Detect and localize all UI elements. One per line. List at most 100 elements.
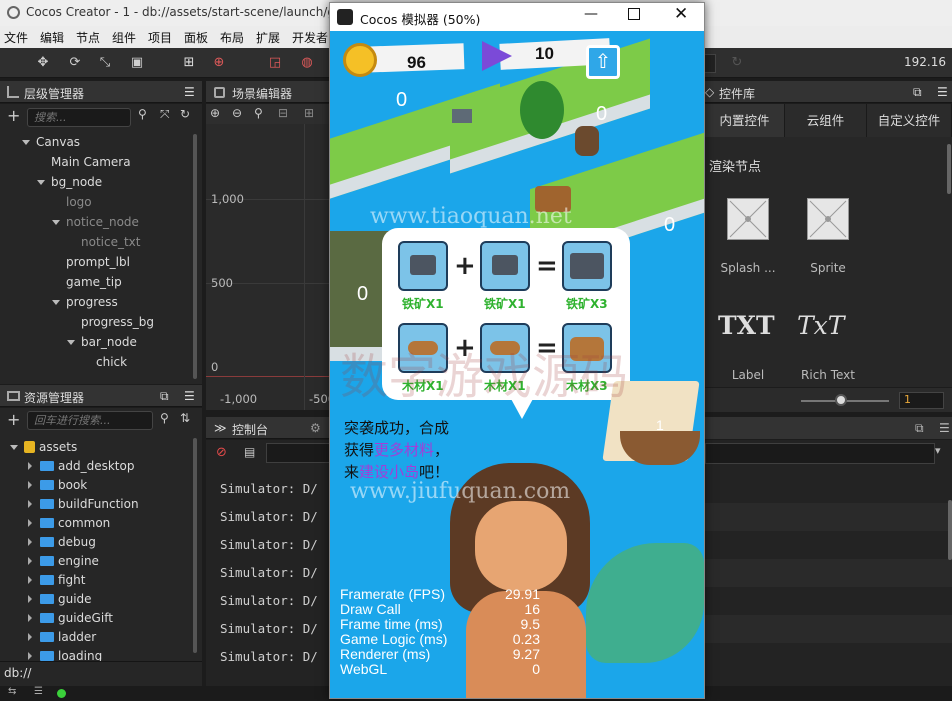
menu-layout[interactable]: 布局 <box>220 29 244 46</box>
add-node-icon[interactable]: + <box>7 106 20 125</box>
rotate-tool-icon[interactable]: ⟳ <box>62 53 88 73</box>
maximize-icon[interactable] <box>628 8 640 20</box>
expand-icon[interactable] <box>28 462 32 470</box>
expand-icon[interactable] <box>28 538 32 546</box>
hierarchy-node[interactable]: Main Camera <box>37 155 131 169</box>
clear-console-icon[interactable]: ⊘ <box>216 445 227 460</box>
asset-folder[interactable]: guide <box>28 592 92 606</box>
sprite-widget-icon[interactable] <box>807 198 849 240</box>
browser-icon[interactable]: ◍ <box>294 53 320 73</box>
widgets-menu-icon[interactable]: ☰ <box>937 85 948 99</box>
asset-folder[interactable]: guideGift <box>28 611 113 625</box>
hierarchy-node[interactable]: game_tip <box>52 275 122 289</box>
menu-edit[interactable]: 编辑 <box>40 29 64 46</box>
menu-node[interactable]: 节点 <box>76 29 100 46</box>
splash-widget-icon[interactable] <box>727 198 769 240</box>
menu-extension[interactable]: 扩展 <box>256 29 280 46</box>
expand-icon[interactable] <box>52 220 60 225</box>
hierarchy-node[interactable]: bg_node <box>37 175 102 189</box>
log-file-icon[interactable]: ▤ <box>244 445 255 459</box>
expand-icon[interactable] <box>52 300 60 305</box>
expand-icon[interactable] <box>28 519 32 527</box>
preview-icon[interactable]: ◲ <box>262 53 288 73</box>
hierarchy-node[interactable]: progress <box>52 295 118 309</box>
asset-folder[interactable]: add_desktop <box>28 459 134 473</box>
minimize-icon[interactable]: — <box>584 6 598 22</box>
expand-icon[interactable] <box>67 340 75 345</box>
device-select[interactable] <box>704 54 716 73</box>
assets-menu-icon[interactable]: ☰ <box>184 389 195 403</box>
hierarchy-menu-icon[interactable]: ☰ <box>184 85 195 99</box>
search-icon[interactable]: ⚲ <box>138 107 147 121</box>
zoom-value-input[interactable]: 1 <box>899 392 944 409</box>
richtext-widget-icon[interactable]: TxT <box>797 311 844 340</box>
game-canvas[interactable]: 0 0 0 0 96 10 ⇧ + = 铁矿X1 铁矿X1 铁矿X3 + = 木… <box>330 31 704 698</box>
menu-developer[interactable]: 开发者 <box>292 29 328 46</box>
expand-icon[interactable] <box>28 595 32 603</box>
collapse-icon[interactable]: ⤧ <box>160 107 170 122</box>
hierarchy-node[interactable]: bar_node <box>67 335 137 349</box>
assets-search-input[interactable]: 回车进行搜索... <box>27 411 153 430</box>
expand-icon[interactable] <box>28 500 32 508</box>
asset-folder[interactable]: common <box>28 516 110 530</box>
asset-folder[interactable]: ladder <box>28 630 96 644</box>
asset-folder[interactable]: debug <box>28 535 96 549</box>
console-filter-input[interactable] <box>266 443 330 463</box>
refresh-hierarchy-icon[interactable]: ↻ <box>180 107 190 121</box>
assets-popout-icon[interactable]: ⧉ <box>160 389 169 404</box>
console-menu-icon[interactable]: ☰ <box>939 421 950 435</box>
move-tool-icon[interactable]: ✥ <box>30 53 56 73</box>
expand-icon[interactable] <box>28 652 32 660</box>
expand-icon[interactable] <box>28 614 32 622</box>
close-icon[interactable]: ✕ <box>674 4 688 24</box>
asset-folder[interactable]: book <box>28 478 87 492</box>
chevron-down-icon[interactable]: ▾ <box>935 444 941 457</box>
hierarchy-node[interactable]: chick <box>82 355 127 369</box>
console-popout-icon[interactable]: ⧉ <box>915 421 924 436</box>
asset-folder[interactable]: buildFunction <box>28 497 139 511</box>
tab-custom[interactable]: 自定义控件 <box>867 104 952 137</box>
align-icon[interactable]: ⊟ <box>278 106 288 120</box>
label-widget-icon[interactable]: TXT <box>718 311 775 340</box>
zoom-reset-icon[interactable]: ⚲ <box>254 106 263 120</box>
distribute-icon[interactable]: ⊞ <box>304 106 314 120</box>
hierarchy-search-input[interactable]: 搜索... <box>27 108 131 127</box>
add-asset-icon[interactable]: + <box>7 410 20 429</box>
menu-panel[interactable]: 面板 <box>184 29 208 46</box>
console-level-select[interactable] <box>705 443 935 464</box>
sort-icon[interactable]: ⇅ <box>180 411 190 425</box>
rect-tool-icon[interactable]: ▣ <box>124 53 150 73</box>
widgets-scrollbar[interactable] <box>947 144 951 194</box>
upgrade-arrow-icon[interactable]: ⇧ <box>586 45 620 79</box>
expand-icon[interactable] <box>22 140 30 145</box>
hierarchy-scrollbar[interactable] <box>193 134 197 379</box>
console-scrollbar[interactable] <box>948 500 952 560</box>
assets-root[interactable]: assets <box>10 440 77 454</box>
expand-icon[interactable] <box>28 576 32 584</box>
pivot-local-icon[interactable]: ⊞ <box>176 53 202 73</box>
expand-icon[interactable] <box>28 633 32 641</box>
zoom-out-icon[interactable]: ⊖ <box>232 106 242 120</box>
zoom-slider-handle[interactable] <box>835 394 847 406</box>
animation-tab-icon[interactable]: ⚙ <box>310 421 321 435</box>
menu-file[interactable]: 文件 <box>4 29 28 46</box>
assets-search-icon[interactable]: ⚲ <box>160 411 169 425</box>
expand-icon[interactable] <box>28 557 32 565</box>
expand-icon[interactable] <box>28 481 32 489</box>
widgets-popout-icon[interactable]: ⧉ <box>913 85 922 100</box>
hierarchy-node[interactable]: notice_txt <box>67 235 140 249</box>
asset-folder[interactable]: fight <box>28 573 86 587</box>
hierarchy-node[interactable]: logo <box>52 195 92 209</box>
assets-scrollbar[interactable] <box>193 438 197 653</box>
scene-view[interactable]: ⊕ ⊖ ⚲ ⊟ ⊞ 1,000 500 0 -1,000 -500 <box>206 104 335 410</box>
menu-project[interactable]: 项目 <box>148 29 172 46</box>
tab-cloud[interactable]: 云组件 <box>785 104 867 137</box>
scale-tool-icon[interactable]: ⤡ <box>92 53 118 73</box>
hierarchy-node[interactable]: progress_bg <box>67 315 154 329</box>
expand-icon[interactable] <box>37 180 45 185</box>
hierarchy-node[interactable]: prompt_lbl <box>52 255 130 269</box>
hierarchy-node[interactable]: Canvas <box>22 135 80 149</box>
hierarchy-node[interactable]: notice_node <box>52 215 139 229</box>
refresh-icon[interactable]: ↻ <box>724 53 750 73</box>
tab-builtin[interactable]: 内置控件 <box>705 104 785 137</box>
